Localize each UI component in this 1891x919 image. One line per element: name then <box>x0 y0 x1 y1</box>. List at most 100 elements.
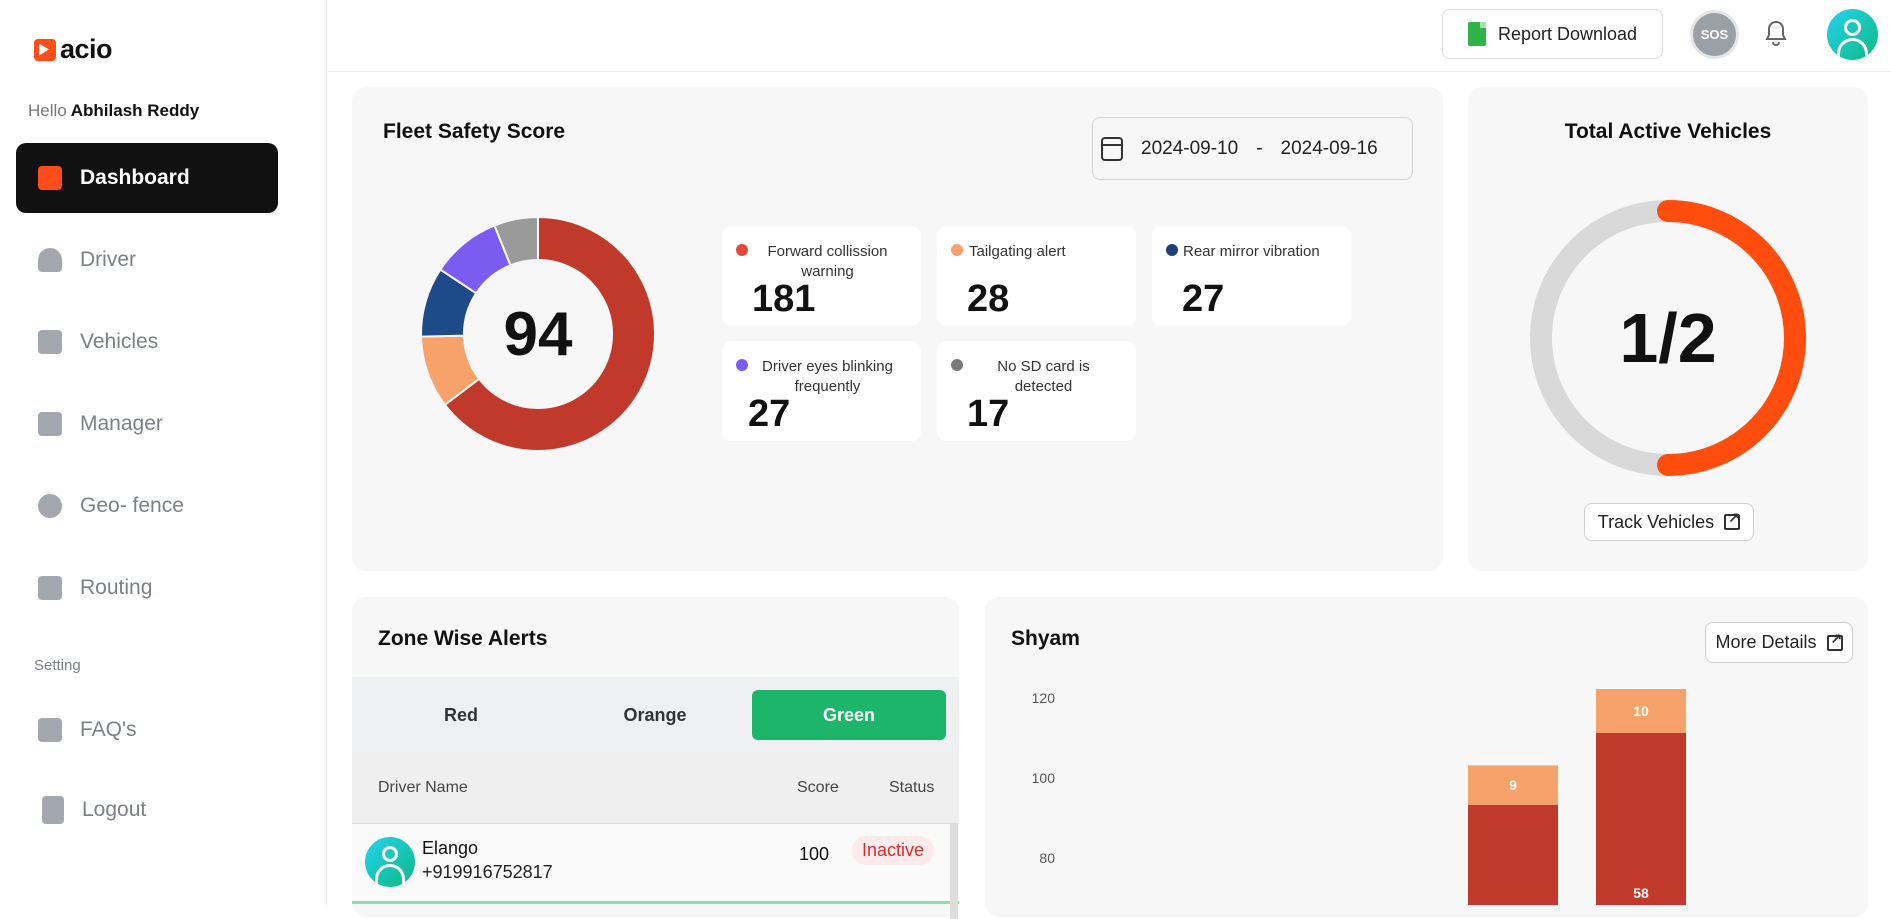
user-icon <box>38 248 62 272</box>
bar-chart-svg: 120 100 80 9 10 58 <box>1032 689 1686 905</box>
stat-value: 27 <box>748 393 791 435</box>
sidebar-item-dashboard[interactable]: Dashboard <box>16 143 278 213</box>
stat-value: 28 <box>967 278 1010 320</box>
y-tick-label: 120 <box>1032 690 1056 706</box>
safety-score-value: 94 <box>503 299 573 369</box>
date-range-picker[interactable]: 2024-09-10 - 2024-09-16 <box>1092 117 1413 180</box>
stat-label: Driver eyes blinking frequently <box>762 358 893 395</box>
avatar-head <box>1844 19 1861 36</box>
date-from: 2024-09-10 <box>1141 137 1239 159</box>
avatar-body <box>1837 38 1868 60</box>
column-status: Status <box>889 779 935 796</box>
tab-red[interactable]: Red <box>364 690 558 740</box>
y-tick-label: 100 <box>1032 770 1056 786</box>
stat-value: 27 <box>1182 278 1225 320</box>
track-vehicles-button[interactable]: Track Vehicles <box>1584 503 1754 541</box>
sidebar-item-label: Logout <box>82 798 147 821</box>
settings-nav: FAQ's Logout <box>16 696 278 856</box>
sidebar-item-label: Manager <box>80 412 163 435</box>
report-download-button[interactable]: Report Download <box>1442 9 1663 59</box>
sidebar-nav: Dashboard Driver Vehicles Manager Geo- f… <box>16 143 278 635</box>
y-tick-label: 80 <box>1039 850 1055 866</box>
calendar-icon <box>1101 136 1123 161</box>
bar-segment[interactable] <box>1596 733 1686 905</box>
stat-label: Tailgating alert <box>969 243 1066 260</box>
sidebar-item-driver[interactable]: Driver <box>16 225 278 295</box>
stat-label: Forward collission warning <box>767 243 888 280</box>
stat-card-no-sd-card: No SD card is detected 17 <box>937 341 1136 441</box>
driver-score: 100 <box>799 844 830 864</box>
layers-icon <box>38 718 62 742</box>
status-badge: Inactive <box>852 836 935 865</box>
sidebar-item-routing[interactable]: Routing <box>16 553 278 623</box>
table-row[interactable]: Elango +919916752817 100 Inactive <box>352 824 959 904</box>
user-name: Abhilash Reddy <box>70 101 200 120</box>
route-icon <box>38 576 62 600</box>
sidebar-item-label: Driver <box>80 248 136 271</box>
chart-bar-icon <box>38 166 62 190</box>
sidebar-item-logout[interactable]: Logout <box>16 776 278 844</box>
tab-green[interactable]: Green <box>752 690 946 740</box>
safety-donut-chart: 94 <box>418 214 658 454</box>
report-download-label: Report Download <box>1497 23 1638 44</box>
avatar-head <box>382 846 398 862</box>
sidebar-item-label: Vehicles <box>80 330 159 353</box>
stat-card-tailgating: Tailgating alert 28 <box>937 226 1136 326</box>
sidebar-item-label: Dashboard <box>80 166 190 189</box>
active-vehicles-ring: 1/2 <box>1530 200 1806 476</box>
column-score: Score <box>797 779 839 796</box>
bar-data-label: 58 <box>1633 885 1649 901</box>
fleet-safety-title: Fleet Safety Score <box>383 120 566 143</box>
sidebar-item-geo-fence[interactable]: Geo- fence <box>16 471 278 541</box>
sidebar-item-vehicles[interactable]: Vehicles <box>16 307 278 377</box>
logo-mark-icon <box>34 38 56 61</box>
track-vehicles-label: Track Vehicles <box>1597 511 1715 532</box>
date-separator: - <box>1256 137 1263 159</box>
driver-avatar <box>365 837 415 887</box>
stat-card-rear-mirror: Rear mirror vibration 27 <box>1152 226 1351 326</box>
sidebar-item-label: Routing <box>80 576 153 599</box>
active-vehicles-card: Total Active Vehicles 1/2 Track Vehicles <box>1468 87 1868 571</box>
stat-value: 17 <box>967 393 1010 435</box>
stat-value: 181 <box>752 278 816 320</box>
greeting: Hello Abhilash Reddy <box>28 101 199 121</box>
zone-alerts-card: Zone Wise Alerts Red Orange Green Driver… <box>352 597 959 919</box>
logout-icon <box>42 796 64 824</box>
stat-label: Rear mirror vibration <box>1183 243 1320 260</box>
settings-section-label: Setting <box>34 657 81 674</box>
sos-button[interactable]: SOS <box>1693 13 1736 56</box>
sidebar-item-manager[interactable]: Manager <box>16 389 278 459</box>
stat-card-eyes-blinking: Driver eyes blinking frequently 27 <box>722 341 921 441</box>
bar-segment[interactable] <box>1468 805 1558 905</box>
driver-name: Elango <box>422 838 479 858</box>
active-vehicles-title: Total Active Vehicles <box>1564 120 1772 143</box>
sidebar-item-faq[interactable]: FAQ's <box>16 696 278 764</box>
logo-text: acio <box>60 34 113 64</box>
fleet-safety-card: Fleet Safety Score 2024-09-10 - 2024-09-… <box>352 87 1443 571</box>
bar-data-label: 9 <box>1509 777 1517 793</box>
greeting-text: Hello <box>28 101 67 120</box>
top-header: Report Download SOS <box>328 0 1891 72</box>
manager-icon <box>38 412 62 436</box>
table-header: Driver Name Score Status <box>352 753 959 824</box>
date-to: 2024-09-16 <box>1280 137 1378 159</box>
sidebar: acio Hello Abhilash Reddy Dashboard Drive… <box>0 0 327 905</box>
shyam-chart-card: Shyam More Details 120 100 80 91058 <box>985 597 1868 917</box>
logo[interactable]: acio <box>34 34 113 65</box>
sidebar-item-label: FAQ's <box>80 718 137 741</box>
driver-phone: +919916752817 <box>422 862 553 882</box>
stat-label: No SD card is detected <box>997 358 1090 395</box>
bell-icon[interactable] <box>1764 20 1788 53</box>
zone-alerts-title: Zone Wise Alerts <box>378 627 548 650</box>
column-driver-name: Driver Name <box>378 779 468 796</box>
bar-data-label: 10 <box>1633 703 1649 719</box>
excel-file-icon <box>1467 22 1486 46</box>
sidebar-item-label: Geo- fence <box>80 494 184 517</box>
tab-orange[interactable]: Orange <box>558 690 752 740</box>
truck-icon <box>38 330 62 354</box>
stat-card-forward-collision: Forward collission warning 181 <box>722 226 921 326</box>
user-avatar[interactable] <box>1827 9 1878 60</box>
avatar-body <box>375 864 405 887</box>
active-vehicles-ratio: 1/2 <box>1619 299 1717 377</box>
external-link-icon <box>1724 509 1741 530</box>
